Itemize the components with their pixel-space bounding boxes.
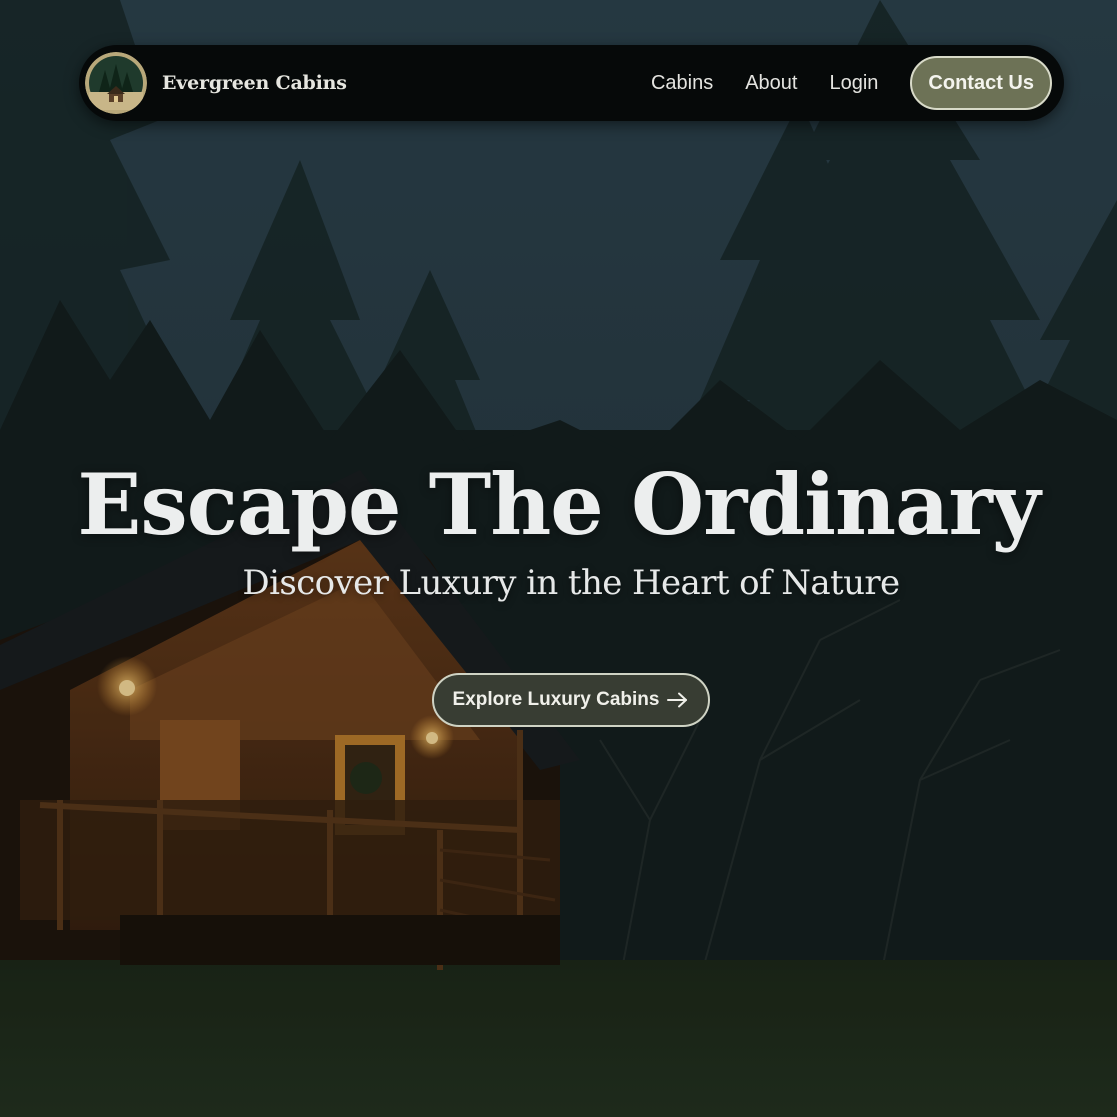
hero-background-image bbox=[0, 0, 1117, 1117]
hero-subtitle: Discover Luxury in the Heart of Nature bbox=[242, 563, 900, 603]
top-navbar: Evergreen Cabins Cabins About Login Cont… bbox=[79, 45, 1064, 121]
nav-links: Cabins About Login Contact Us bbox=[651, 45, 1052, 121]
explore-cabins-button[interactable]: Explore Luxury Cabins bbox=[432, 673, 710, 727]
brand-name: Evergreen Cabins bbox=[162, 72, 347, 94]
brand-link[interactable]: Evergreen Cabins bbox=[85, 52, 347, 114]
cabin-forest-logo-icon bbox=[85, 52, 147, 114]
contact-us-button[interactable]: Contact Us bbox=[910, 56, 1052, 110]
nav-link-cabins[interactable]: Cabins bbox=[651, 72, 713, 95]
hero-section: Evergreen Cabins Cabins About Login Cont… bbox=[0, 0, 1117, 1117]
nav-link-about[interactable]: About bbox=[745, 72, 797, 95]
hero-title: Escape The Ordinary bbox=[77, 455, 1040, 554]
nav-link-login[interactable]: Login bbox=[829, 72, 878, 95]
arrow-right-icon bbox=[667, 692, 688, 708]
explore-cabins-label: Explore Luxury Cabins bbox=[452, 689, 660, 710]
